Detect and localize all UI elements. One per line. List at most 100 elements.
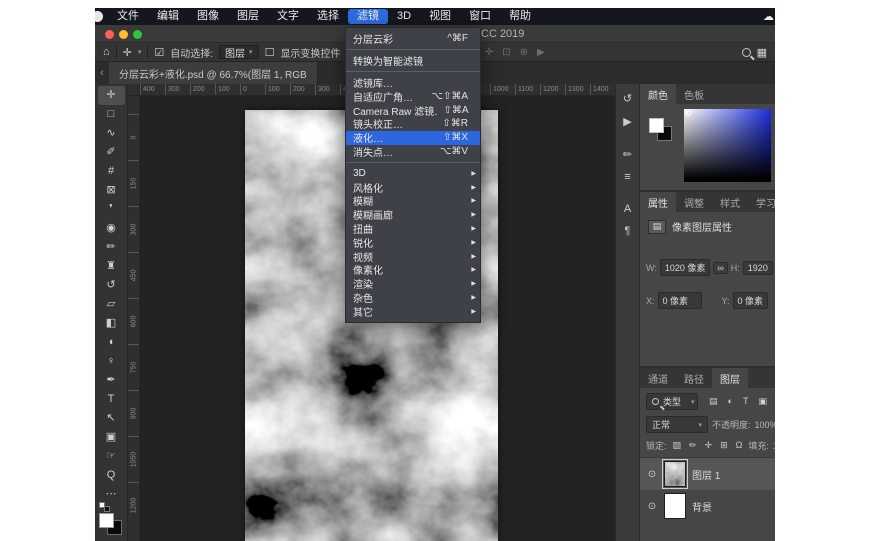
menubar-item[interactable]: 滤镜 — [348, 9, 388, 24]
lock-paint-icon[interactable]: ✏ — [689, 440, 697, 451]
move-tool-preset-icon[interactable]: ✛ — [123, 46, 132, 59]
filter-menu-item[interactable]: 镜头校正… ⇧⌘R — [346, 117, 480, 131]
cloud-sync-icon[interactable]: ☁ — [763, 10, 774, 23]
hand-tool-icon[interactable]: ☞ — [98, 447, 125, 466]
filter-menu-item[interactable] — [346, 71, 480, 72]
chevron-down-icon[interactable]: ▾ — [138, 48, 142, 56]
y-field[interactable]: 0 像素 — [733, 292, 769, 309]
crop-tool-icon[interactable]: # — [98, 162, 125, 181]
filter-menu-item[interactable]: Camera Raw 滤镜… ⇧⌘A — [346, 103, 480, 117]
filter-menu-item[interactable]: 锐化 ▶ — [346, 235, 480, 249]
menubar-item[interactable]: 选择 — [308, 9, 348, 24]
show-transform-checkbox[interactable]: ☐ — [265, 46, 275, 59]
filter-shape-icon[interactable]: ▣ — [758, 396, 767, 407]
menubar-item[interactable]: 视图 — [420, 9, 460, 24]
tab-scroll-icon[interactable]: ‹ — [95, 62, 109, 84]
layer-thumbnail[interactable] — [664, 461, 686, 487]
lock-artboard-icon[interactable]: ⊞ — [720, 440, 728, 451]
close-window-button[interactable] — [105, 30, 114, 39]
filter-menu-item[interactable]: 杂色 ▶ — [346, 291, 480, 305]
shape-tool-icon[interactable]: ▣ — [98, 428, 125, 447]
healing-brush-tool-icon[interactable]: ◉ — [98, 219, 125, 238]
brush-settings-panel-icon[interactable]: ✏ — [619, 148, 637, 161]
filter-menu-item[interactable]: 渲染 ▶ — [346, 277, 480, 291]
panel-tab[interactable]: 调整 — [676, 192, 712, 212]
filter-menu-item[interactable] — [346, 49, 480, 50]
visibility-eye-icon[interactable]: ⊙ — [646, 501, 658, 512]
move-tool-icon[interactable]: ✛ — [98, 86, 125, 105]
filter-menu-item[interactable]: 消失点… ⌥⌘V — [346, 145, 480, 159]
filter-menu-item[interactable] — [346, 162, 480, 163]
blend-mode-dropdown[interactable]: 正常 ▾ — [646, 416, 708, 433]
link-dimensions-icon[interactable]: ∞ — [713, 262, 727, 274]
panel-tab[interactable]: 学习 — [748, 192, 775, 212]
home-icon[interactable]: ⌂ — [103, 46, 110, 58]
lock-transparency-icon[interactable]: ▨ — [673, 440, 682, 451]
filter-menu-item[interactable]: 转换为智能滤镜 — [346, 54, 480, 68]
gradient-tool-icon[interactable]: ◧ — [98, 314, 125, 333]
layer-row[interactable]: ⊙ 图层 1 — [640, 458, 775, 490]
panel-tab[interactable]: 属性 — [640, 192, 676, 212]
x-field[interactable]: 0 像素 — [658, 292, 702, 309]
width-field[interactable]: 1020 像素 — [660, 259, 711, 276]
blur-tool-icon[interactable]: ◖ — [98, 333, 125, 352]
menubar-item[interactable]: 文字 — [268, 9, 308, 24]
layer-name[interactable]: 图层 1 — [692, 467, 720, 482]
auto-select-checkbox[interactable]: ☑ — [154, 46, 164, 59]
brush-tool-icon[interactable]: ✏ — [98, 238, 125, 257]
color-gradient-picker[interactable] — [684, 109, 771, 182]
clone-stamp-tool-icon[interactable]: ♜ — [98, 257, 125, 276]
menubar-item[interactable]: 窗口 — [460, 9, 500, 24]
filter-menu-item[interactable]: 其它 ▶ — [346, 304, 480, 318]
panel-tab[interactable]: 图层 — [712, 368, 748, 388]
visibility-eye-icon[interactable]: ⊙ — [646, 469, 658, 480]
document-tab[interactable]: 分层云彩+液化.psd @ 66.7%(图层 1, RGB — [109, 62, 318, 84]
filter-menu-item[interactable]: 模糊画廊 ▶ — [346, 208, 480, 222]
panel-tab[interactable]: 路径 — [676, 368, 712, 388]
filter-menu-item[interactable]: 扭曲 ▶ — [346, 222, 480, 236]
quick-selection-tool-icon[interactable]: ✐ — [98, 143, 125, 162]
paragraph-panel-icon[interactable]: ¶ — [619, 225, 637, 237]
panel-tab[interactable]: 颜色 — [640, 84, 676, 104]
history-panel-icon[interactable]: ↺ — [619, 92, 637, 105]
marquee-tool-icon[interactable]: □ — [98, 105, 125, 124]
foreground-color-swatch[interactable] — [649, 118, 664, 133]
foreground-color-swatch[interactable] — [99, 513, 114, 528]
auto-select-dropdown[interactable]: 图层 ▾ — [219, 45, 259, 59]
dodge-tool-icon[interactable]: ♀ — [98, 352, 125, 371]
fill-value[interactable]: 100% — [773, 441, 775, 451]
frame-tool-icon[interactable]: ⊠ — [98, 181, 125, 200]
workspace-switcher-icon[interactable]: ▦ — [757, 46, 767, 59]
lock-all-icon[interactable]: Ω — [736, 440, 743, 451]
filter-image-icon[interactable]: ▤ — [709, 396, 718, 407]
menubar-item[interactable]: 编辑 — [148, 9, 188, 24]
actions-panel-icon[interactable]: ▶ — [619, 115, 637, 128]
menubar-item[interactable]: 图层 — [228, 9, 268, 24]
lasso-tool-icon[interactable]: ∿ — [98, 124, 125, 143]
menubar-item[interactable]: 帮助 — [500, 9, 540, 24]
menubar-item[interactable]: 文件 — [108, 9, 148, 24]
filter-menu-item[interactable]: 自适应广角… ⌥⇧⌘A — [346, 89, 480, 103]
panel-tab[interactable]: 样式 — [712, 192, 748, 212]
filter-menu-item[interactable]: 3D ▶ — [346, 166, 480, 180]
filter-menu-item[interactable]: 像素化 ▶ — [346, 263, 480, 277]
opacity-value[interactable]: 100% — [755, 420, 775, 430]
menubar-item[interactable]: 3D — [388, 9, 420, 24]
zoom-tool-icon[interactable]: Q — [98, 466, 125, 485]
layer-name[interactable]: 背景 — [692, 499, 712, 514]
type-tool-icon[interactable]: T — [98, 390, 125, 409]
height-field[interactable]: 1920 — [743, 261, 773, 275]
filter-menu-item[interactable]: 模糊 ▶ — [346, 194, 480, 208]
swap-colors-icon[interactable] — [104, 506, 110, 512]
layer-thumbnail[interactable] — [664, 493, 686, 519]
menubar-item[interactable]: 图像 — [188, 9, 228, 24]
eyedropper-tool-icon[interactable]: ❜ — [98, 200, 125, 219]
filter-menu-item[interactable]: 滤镜库… — [346, 76, 480, 90]
clone-source-panel-icon[interactable]: ≡ — [619, 171, 637, 183]
filter-type-icon[interactable]: T — [743, 396, 749, 407]
filter-menu-item[interactable]: 液化… ⇧⌘X — [346, 131, 480, 145]
layer-filter-dropdown[interactable]: 类型 ▾ — [646, 393, 698, 410]
zoom-window-button[interactable] — [133, 30, 142, 39]
lock-move-icon[interactable]: ✛ — [705, 440, 713, 451]
glyphs-panel-icon[interactable]: A — [619, 203, 637, 215]
